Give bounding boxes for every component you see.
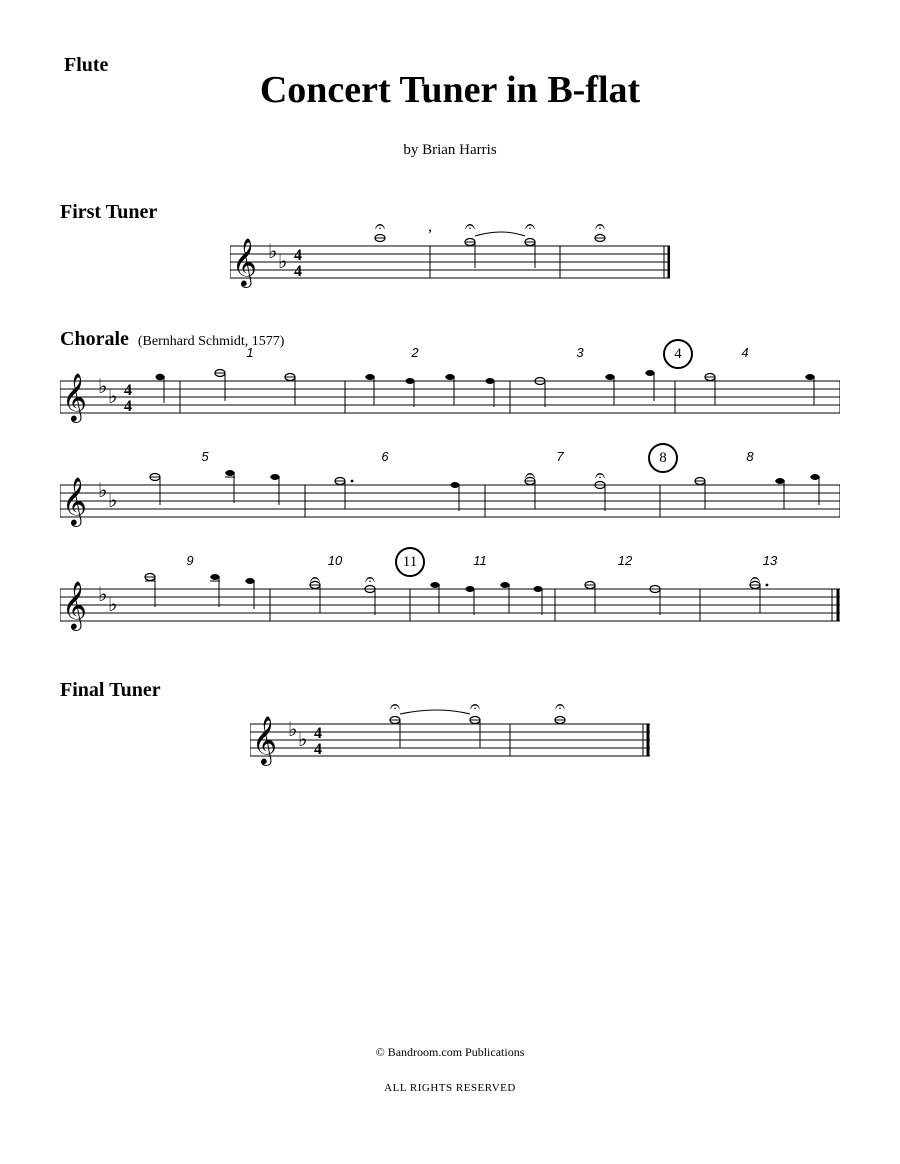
heading-sub: (Bernhard Schmidt, 1577) (138, 334, 285, 349)
staff-svg: 𝄞 ♭ ♭ (60, 459, 840, 529)
fermata-icon: 𝄐 (365, 569, 375, 590)
fermata-icon: 𝄐 (525, 465, 535, 486)
staff-svg: 𝄞 ♭ ♭ 4 4 (60, 355, 840, 425)
section-heading: Final Tuner (60, 679, 840, 702)
measure-number: 9 (186, 553, 193, 568)
svg-text:4: 4 (294, 247, 302, 264)
fermata-icon: 𝄐 (465, 216, 475, 237)
staff-chorale-line-3: 9 10 11 11 12 13 𝄐 𝄐 𝄐 𝄞 ♭ ♭ (60, 563, 840, 633)
section-heading: First Tuner (60, 201, 840, 224)
svg-text:♭: ♭ (278, 251, 287, 273)
staff-svg: 𝄞 ♭ ♭ 4 4 (250, 706, 650, 766)
fermata-icon: 𝄐 (595, 216, 605, 237)
measure-number: 8 (746, 449, 753, 464)
svg-text:𝄞: 𝄞 (62, 581, 87, 631)
staff-final-tuner: 𝄐 𝄐 𝄐 𝄞 ♭ ♭ 4 4 (250, 706, 650, 766)
svg-text:𝄞: 𝄞 (232, 238, 257, 288)
instrument-name: Flute (64, 54, 108, 77)
measure-number: 6 (381, 449, 388, 464)
fermata-icon: 𝄐 (595, 465, 605, 486)
heading-text: Chorale (60, 328, 129, 350)
svg-text:4: 4 (124, 382, 132, 399)
fermata-icon: 𝄐 (470, 696, 480, 717)
measure-number: 11 (473, 553, 487, 568)
measure-number: 7 (556, 449, 563, 464)
svg-text:♭: ♭ (108, 386, 117, 408)
measure-number: 5 (201, 449, 208, 464)
staff-chorale-line-2: 5 6 7 8 8 𝄐 𝄐 𝄞 ♭ ♭ (60, 459, 840, 529)
fermata-icon: 𝄐 (375, 216, 385, 237)
rehearsal-mark: 4 (663, 339, 693, 369)
sheet-music-page: Flute Concert Tuner in B-flat by Brian H… (0, 0, 900, 1164)
measure-number: 13 (763, 553, 777, 568)
svg-text:♭: ♭ (98, 584, 107, 606)
composer-byline: by Brian Harris (60, 142, 840, 159)
measure-number: 10 (328, 553, 342, 568)
measure-number: 3 (576, 345, 583, 360)
svg-text:4: 4 (314, 741, 322, 758)
svg-text:♭: ♭ (268, 241, 277, 263)
svg-text:♭: ♭ (108, 490, 117, 512)
svg-text:♭: ♭ (108, 594, 117, 616)
svg-text:♭: ♭ (98, 480, 107, 502)
svg-text:4: 4 (294, 263, 302, 280)
svg-text:4: 4 (124, 398, 132, 415)
title: Concert Tuner in B-flat (60, 68, 840, 112)
svg-text:♭: ♭ (288, 719, 297, 741)
staff-svg: 𝄞 ♭ ♭ (60, 563, 840, 633)
section-chorale: Chorale (Bernhard Schmidt, 1577) 1 2 3 4… (60, 328, 840, 633)
fermata-icon: 𝄐 (555, 696, 565, 717)
staff-chorale-line-1: 1 2 3 4 4 𝄞 ♭ ♭ 4 4 (60, 355, 840, 425)
section-first-tuner: First Tuner 𝄐 , 𝄐 𝄐 𝄐 𝄞 ♭ (60, 201, 840, 288)
fermata-icon: 𝄐 (525, 216, 535, 237)
measure-number: 1 (246, 345, 253, 360)
svg-text:𝄞: 𝄞 (62, 477, 87, 527)
measure-number: 2 (411, 345, 418, 360)
svg-text:♭: ♭ (298, 729, 307, 751)
measure-number: 4 (741, 345, 748, 360)
measure-number: 12 (618, 553, 632, 568)
staff-first-tuner: 𝄐 , 𝄐 𝄐 𝄐 𝄞 ♭ ♭ 4 (230, 228, 670, 288)
fermata-icon: 𝄐 (390, 696, 400, 717)
rehearsal-mark: 11 (395, 547, 425, 577)
svg-text:𝄞: 𝄞 (62, 373, 87, 423)
svg-text:♭: ♭ (98, 376, 107, 398)
section-final-tuner: Final Tuner 𝄐 𝄐 𝄐 𝄞 ♭ ♭ 4 4 (60, 679, 840, 766)
staff-svg: 𝄞 ♭ ♭ 4 4 (230, 228, 670, 288)
copyright-text: © Bandroom.com Publications (0, 1045, 900, 1060)
fermata-icon: 𝄐 (750, 569, 760, 590)
breath-mark-icon: , (428, 218, 432, 236)
footer: © Bandroom.com Publications ALL RIGHTS R… (0, 1045, 900, 1094)
rehearsal-mark: 8 (648, 443, 678, 473)
svg-text:4: 4 (314, 725, 322, 742)
fermata-icon: 𝄐 (310, 569, 320, 590)
svg-text:𝄞: 𝄞 (252, 716, 277, 766)
rights-text: ALL RIGHTS RESERVED (0, 1082, 900, 1094)
section-heading: Chorale (Bernhard Schmidt, 1577) (60, 328, 840, 351)
